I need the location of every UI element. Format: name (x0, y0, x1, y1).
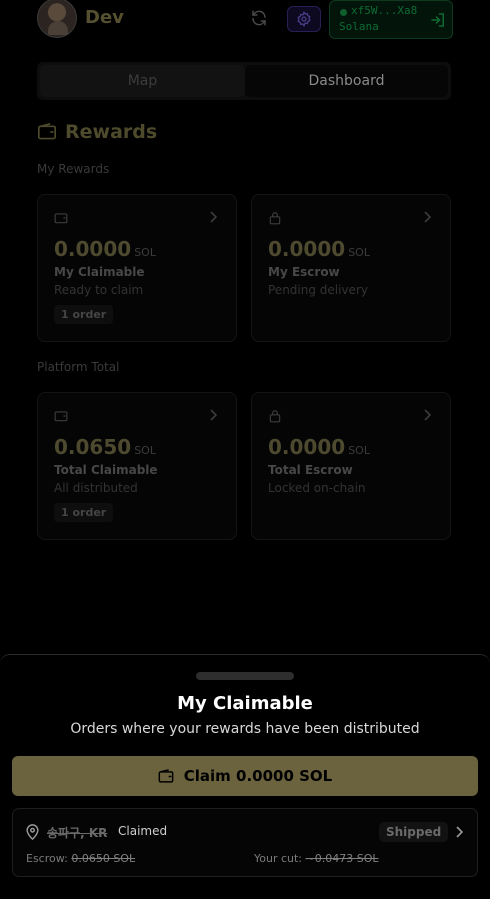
card-subtitle: All distributed (54, 481, 138, 495)
sheet-subtitle: Orders where your rewards have been dist… (70, 721, 420, 737)
map-pin-icon (26, 824, 39, 840)
wallet-chip[interactable]: xf5W...Xa8 Solana (329, 0, 453, 39)
card-title: My Claimable (54, 265, 145, 279)
card-amount: 0.0000 SOL (268, 237, 370, 261)
order-escrow: Escrow: 0.0650 SOL (26, 852, 135, 865)
sheet-title: My Claimable (177, 693, 313, 714)
shipping-status-badge: Shipped (379, 822, 449, 842)
card-amount: 0.0000 SOL (54, 237, 156, 261)
claim-button-label: Claim 0.0000 SOL (183, 767, 333, 785)
platform-total-label: Platform Total (37, 360, 120, 374)
order-your-cut: Your cut: ~0.0473 SOL (254, 852, 379, 865)
card-title: Total Escrow (268, 463, 353, 477)
escrow-value: 0.0650 SOL (71, 852, 136, 865)
your-cut-label: Your cut: (254, 852, 303, 865)
connection-status-dot (340, 9, 347, 16)
logout-icon[interactable] (429, 11, 447, 29)
lock-icon (269, 410, 281, 423)
claimable-bottom-sheet: My Claimable Orders where your rewards h… (0, 654, 490, 899)
my-claimable-card[interactable]: 0.0000 SOL My Claimable Ready to claim 1 … (37, 194, 237, 342)
total-escrow-card[interactable]: 0.0000 SOL Total Escrow Locked on-chain (251, 392, 451, 540)
card-subtitle: Locked on-chain (268, 481, 366, 495)
gear-icon (297, 11, 311, 27)
card-title: My Escrow (268, 265, 340, 279)
card-amount: 0.0000 SOL (268, 435, 370, 459)
order-row[interactable]: 송파구, KR Claimed Shipped Escrow: 0.0650 S… (12, 808, 478, 877)
my-rewards-label: My Rewards (37, 162, 110, 176)
username: Dev (85, 7, 124, 28)
order-status: Claimed (118, 824, 168, 838)
tab-dashboard[interactable]: Dashboard (245, 65, 448, 97)
chevron-right-icon (424, 211, 432, 223)
escrow-label: Escrow: (26, 852, 68, 865)
chevron-right-icon (424, 409, 432, 421)
avatar[interactable] (37, 0, 77, 38)
chevron-right-icon (456, 826, 463, 838)
total-claimable-card[interactable]: 0.0650 SOL Total Claimable All distribute… (37, 392, 237, 540)
card-title: Total Claimable (54, 463, 158, 477)
rewards-heading: Rewards (37, 118, 157, 146)
sheet-drag-handle[interactable] (196, 672, 294, 680)
card-subtitle: Ready to claim (54, 283, 144, 297)
lock-icon (269, 212, 281, 225)
card-amount: 0.0650 SOL (54, 435, 156, 459)
tab-map[interactable]: Map (40, 65, 245, 97)
wallet-network: Solana (339, 20, 379, 33)
view-tabs: Map Dashboard (37, 62, 451, 100)
chevron-right-icon (210, 211, 218, 223)
wallet-icon (54, 213, 68, 224)
order-location: 송파구, KR (47, 826, 108, 840)
top-bar: Dev xf5W...Xa8 Solana (0, 0, 490, 42)
order-count-badge: 1 order (54, 503, 114, 522)
wallet-icon (38, 123, 56, 140)
wallet-icon (158, 768, 174, 783)
order-count-badge: 1 order (54, 305, 114, 324)
card-subtitle: Pending delivery (268, 283, 368, 297)
wallet-icon (54, 411, 68, 422)
claim-button[interactable]: Claim 0.0000 SOL (12, 756, 478, 796)
chevron-right-icon (210, 409, 218, 421)
your-cut-value: ~0.0473 SOL (305, 852, 379, 865)
rewards-title: Rewards (65, 121, 158, 143)
refresh-icon (252, 10, 266, 26)
my-escrow-card[interactable]: 0.0000 SOL My Escrow Pending delivery (251, 194, 451, 342)
wallet-address: xf5W...Xa8 (351, 4, 418, 17)
refresh-button[interactable] (248, 7, 270, 29)
settings-button[interactable] (287, 6, 321, 32)
